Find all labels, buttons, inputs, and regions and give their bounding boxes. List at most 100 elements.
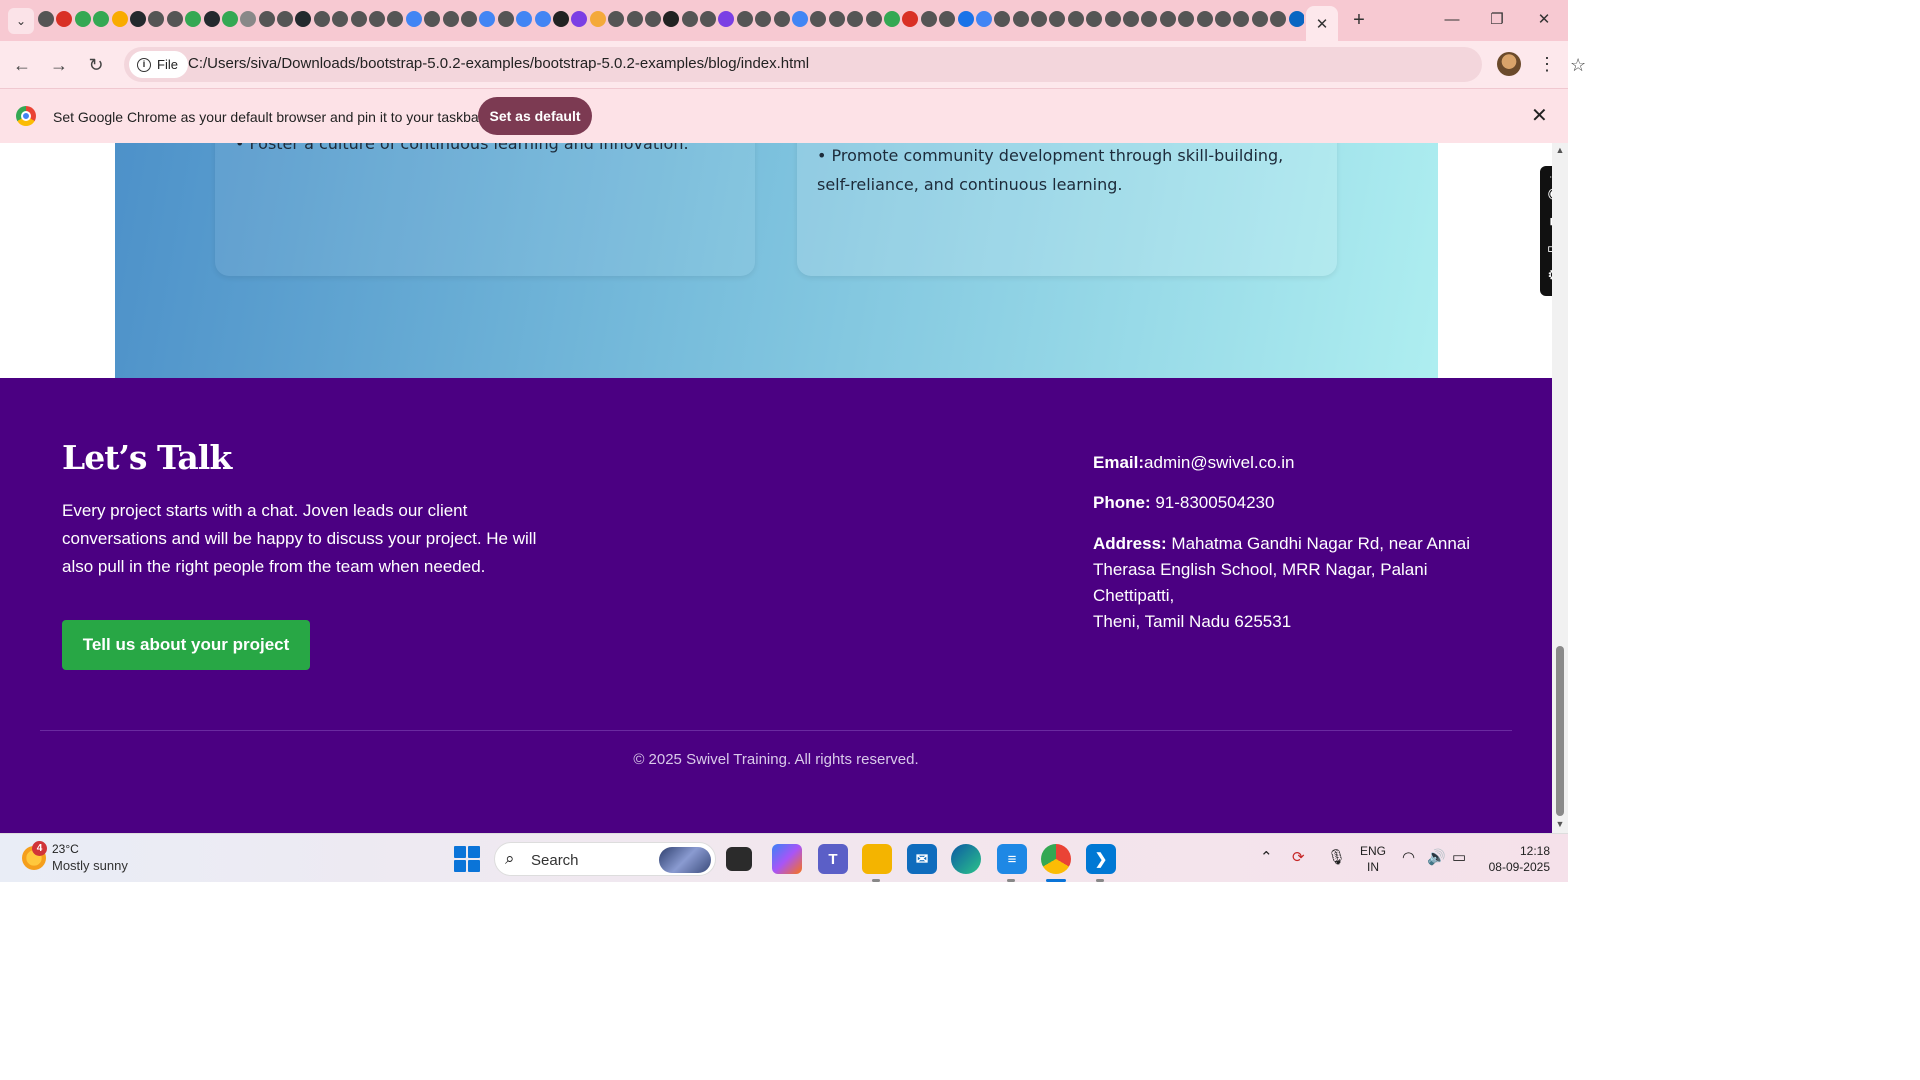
copilot-icon[interactable] <box>772 844 802 874</box>
close-icon[interactable]: ✕ <box>1316 15 1329 33</box>
pinned-tab-favicon[interactable] <box>883 11 900 27</box>
pinned-tab-favicon[interactable] <box>516 11 533 27</box>
pinned-tab-favicon[interactable] <box>975 11 992 27</box>
pinned-tab-favicon[interactable] <box>571 11 588 27</box>
pinned-tab-favicon[interactable] <box>1123 11 1140 27</box>
pinned-tab-favicon[interactable] <box>847 11 864 27</box>
address-bar[interactable]: i File C:/Users/siva/Downloads/bootstrap… <box>124 47 1586 82</box>
pinned-tab-favicon[interactable] <box>1233 11 1250 27</box>
infobar-close-icon[interactable]: ✕ <box>1531 104 1548 128</box>
pinned-tab-favicon[interactable] <box>111 11 128 27</box>
wifi-icon[interactable]: ◠ <box>1402 848 1415 866</box>
pinned-tab-favicon[interactable] <box>681 11 698 27</box>
scroll-thumb[interactable] <box>1556 646 1564 816</box>
pinned-tab-favicon[interactable] <box>994 11 1011 27</box>
weather-condition[interactable]: Mostly sunny <box>52 858 128 873</box>
pinned-tab-favicon[interactable] <box>920 11 937 27</box>
pinned-tab-favicon[interactable] <box>939 11 956 27</box>
pinned-tab-favicon[interactable] <box>663 11 680 27</box>
pinned-tab-favicon[interactable] <box>1159 11 1176 27</box>
restore-button[interactable]: ❐ <box>1485 8 1509 32</box>
pinned-tab-favicon[interactable] <box>258 11 275 27</box>
pinned-tab-favicon[interactable] <box>957 11 974 27</box>
reload-icon[interactable]: ↻ <box>84 53 108 77</box>
pinned-tab-favicon[interactable] <box>1086 11 1103 27</box>
pinned-tab-favicon[interactable] <box>442 11 459 27</box>
pinned-tab-favicon[interactable] <box>1270 11 1287 27</box>
bookmark-star-icon[interactable]: ☆ <box>1570 56 1586 74</box>
edge-icon[interactable] <box>951 844 981 874</box>
pinned-tab-favicon[interactable] <box>185 11 202 27</box>
pinned-tab-favicon[interactable] <box>718 11 735 27</box>
active-tab[interactable]: ✕ <box>1306 6 1338 41</box>
profile-avatar[interactable] <box>1497 52 1521 76</box>
pinned-tab-favicon[interactable] <box>479 11 496 27</box>
site-info-chip[interactable]: i File <box>129 51 188 78</box>
pinned-tab-favicon[interactable] <box>497 11 514 27</box>
pinned-tab-favicon[interactable] <box>810 11 827 27</box>
pinned-tab-favicon[interactable] <box>608 11 625 27</box>
new-tab-button[interactable]: + <box>1348 9 1370 31</box>
pinned-tab-favicon[interactable] <box>369 11 386 27</box>
pinned-tab-favicon[interactable] <box>700 11 717 27</box>
window-close-button[interactable]: ✕ <box>1532 8 1556 32</box>
pinned-tab-favicon[interactable] <box>240 11 257 27</box>
pinned-tab-favicon[interactable] <box>424 11 441 27</box>
microphone-icon[interactable]: 🎙 <box>1327 848 1346 866</box>
minimize-button[interactable]: — <box>1440 8 1464 32</box>
pinned-tab-favicon[interactable] <box>148 11 165 27</box>
pinned-tab-favicon[interactable] <box>74 11 91 27</box>
more-menu-icon[interactable]: ⋮ <box>1538 52 1556 76</box>
pinned-tab-favicon[interactable] <box>295 11 312 27</box>
pinned-tab-favicon[interactable] <box>129 11 146 27</box>
pinned-tab-favicon[interactable] <box>93 11 110 27</box>
pinned-tab-favicon[interactable] <box>865 11 882 27</box>
pinned-tab-favicon[interactable] <box>1251 11 1268 27</box>
back-arrow-icon[interactable]: ← <box>10 53 34 77</box>
pinned-tab-favicon[interactable] <box>1196 11 1213 27</box>
pinned-tab-favicon[interactable] <box>1215 11 1231 27</box>
mail-icon[interactable]: ✉ <box>907 844 937 874</box>
weather-temperature[interactable]: 23°C <box>52 842 79 856</box>
vscode-icon[interactable]: ❯ <box>1086 844 1116 874</box>
pinned-tab-favicon[interactable] <box>589 11 606 27</box>
scroll-up-icon[interactable]: ▲ <box>1555 145 1565 155</box>
pinned-tab-favicon[interactable] <box>56 11 73 27</box>
page-scrollbar[interactable]: ▲ ▼ <box>1552 143 1568 833</box>
pinned-tab-favicon[interactable] <box>203 11 220 27</box>
pinned-tab-favicon[interactable] <box>626 11 643 27</box>
pinned-tab-favicon[interactable] <box>332 11 349 27</box>
windows-start-icon[interactable] <box>454 846 480 872</box>
pinned-tab-favicon[interactable] <box>38 11 54 27</box>
scroll-down-icon[interactable]: ▼ <box>1555 819 1565 829</box>
task-view-icon[interactable] <box>726 847 752 871</box>
pinned-tab-favicon[interactable] <box>350 11 367 27</box>
taskbar-search[interactable]: ⌕ Search <box>494 842 716 876</box>
pinned-tab-favicon[interactable] <box>792 11 809 27</box>
pinned-tab-favicon[interactable] <box>166 11 183 27</box>
url-text[interactable]: C:/Users/siva/Downloads/bootstrap-5.0.2-… <box>188 55 809 72</box>
teams-icon[interactable]: T <box>818 844 848 874</box>
sync-icon[interactable]: ⟳ <box>1292 848 1305 866</box>
pinned-tab-favicon[interactable] <box>534 11 551 27</box>
chrome-taskbar-icon[interactable] <box>1041 844 1071 874</box>
language-indicator[interactable]: ENG IN <box>1360 843 1386 875</box>
pinned-tab-favicon[interactable] <box>387 11 404 27</box>
pinned-tab-favicon[interactable] <box>1031 11 1048 27</box>
forward-arrow-icon[interactable]: → <box>47 53 71 77</box>
pinned-tab-favicon[interactable] <box>1288 11 1304 27</box>
pinned-tab-favicon[interactable] <box>405 11 422 27</box>
pinned-tab-favicon[interactable] <box>1067 11 1084 27</box>
volume-icon[interactable]: 🔊 <box>1427 848 1446 866</box>
pinned-tab-favicon[interactable] <box>736 11 753 27</box>
pinned-tab-favicon[interactable] <box>221 11 238 27</box>
pinned-tab-favicon[interactable] <box>1104 11 1121 27</box>
pinned-tab-favicon[interactable] <box>1049 11 1066 27</box>
pinned-tab-favicon[interactable] <box>313 11 330 27</box>
chevron-down-icon[interactable]: ⌄ <box>8 8 34 34</box>
pinned-tab-favicon[interactable] <box>755 11 772 27</box>
pinned-tab-favicon[interactable] <box>277 11 294 27</box>
pinned-tab-favicon[interactable] <box>773 11 790 27</box>
pinned-tab-favicon[interactable] <box>460 11 477 27</box>
battery-icon[interactable]: ▭ <box>1452 848 1466 866</box>
